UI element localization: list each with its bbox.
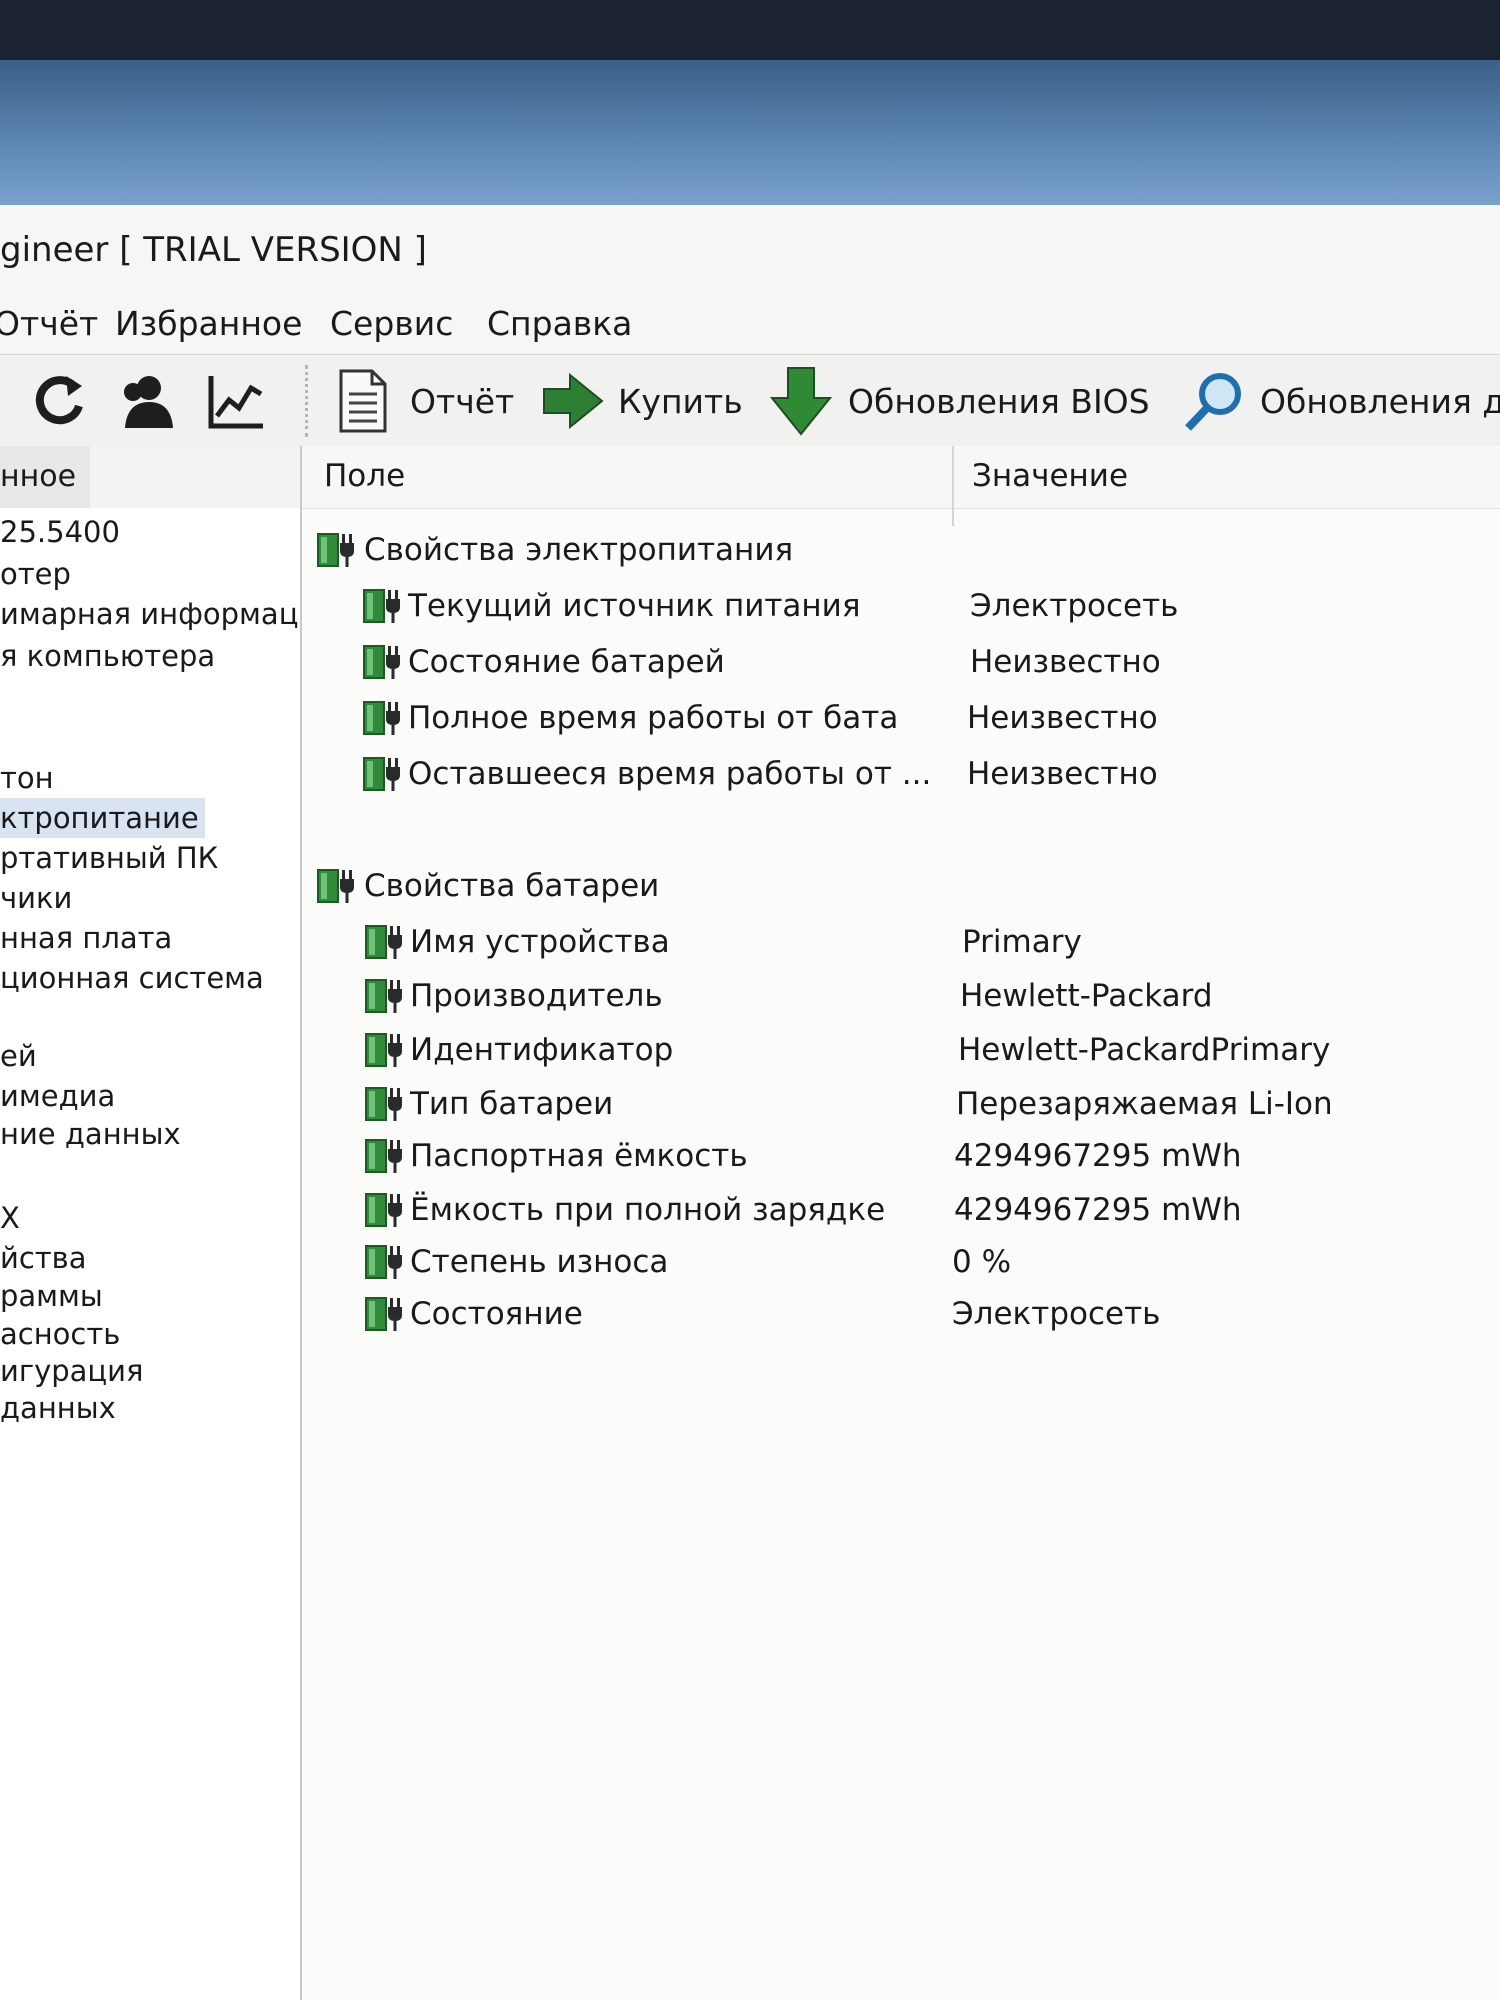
magnifier-icon: [1185, 373, 1241, 431]
bios-updates-label: Обновления BIOS: [848, 381, 1150, 421]
field-name: Состояние: [410, 1296, 583, 1332]
window-titlebar: [0, 60, 1500, 210]
menu-help[interactable]: Справка: [487, 304, 632, 343]
tree-item[interactable]: имедиа: [0, 1076, 115, 1116]
battery-plug-icon: [364, 978, 408, 1014]
field-value: Неизвестно: [967, 700, 1158, 736]
field-name: Полное время работы от бата: [408, 700, 899, 736]
buy-button[interactable]: Купить: [540, 367, 743, 435]
tree-item[interactable]: имарная информац: [0, 594, 298, 634]
field-value: Неизвестно: [967, 756, 1158, 792]
field-name: Текущий источник питания: [408, 588, 861, 624]
refresh-button[interactable]: [30, 367, 88, 435]
battery-plug-icon: [364, 1192, 408, 1228]
column-field-header[interactable]: Поле: [324, 458, 405, 494]
tree-item[interactable]: ей: [0, 1036, 37, 1076]
group-title: Свойства электропитания: [364, 532, 794, 568]
field-value: Электросеть: [952, 1296, 1161, 1332]
battery-plug-icon: [364, 1138, 408, 1174]
battery-plug-icon: [316, 532, 360, 568]
bios-updates-button[interactable]: Обновления BIOS: [770, 367, 1150, 436]
tree-item[interactable]: раммы: [0, 1276, 103, 1316]
tree-item[interactable]: ктропитание: [0, 798, 205, 838]
field-name: Идентификатор: [410, 1032, 674, 1068]
driver-updates-label: Обновления д: [1260, 381, 1500, 421]
field-name: Имя устройства: [410, 924, 670, 960]
group-title: Свойства батареи: [364, 868, 660, 904]
field-name: Паспортная ёмкость: [410, 1138, 748, 1174]
tree-item[interactable]: йства: [0, 1238, 87, 1278]
chart-icon: [208, 376, 263, 429]
field-value: Перезаряжаемая Li-Ion: [956, 1086, 1333, 1122]
battery-plug-icon: [316, 868, 360, 904]
battery-plug-icon: [362, 700, 406, 736]
field-name: Состояние батарей: [408, 644, 725, 680]
tree-item[interactable]: нная плата: [0, 918, 172, 958]
tree-item[interactable]: ционная система: [0, 958, 264, 998]
field-name: Тип батареи: [410, 1086, 614, 1122]
tree-header: нное: [0, 446, 90, 508]
field-name: Оставшееся время работы от ...: [408, 756, 932, 792]
column-value-header[interactable]: Значение: [972, 458, 1128, 494]
tree-item[interactable]: отер: [0, 554, 71, 594]
tree-item[interactable]: ртативный ПК: [0, 838, 218, 878]
field-value: 4294967295 mWh: [954, 1138, 1242, 1174]
tree-item[interactable]: тон: [0, 758, 54, 798]
battery-plug-icon: [364, 1244, 408, 1280]
tree-item[interactable]: я компьютера: [0, 636, 215, 676]
battery-plug-icon: [364, 924, 408, 960]
benchmark-button[interactable]: [205, 367, 267, 435]
field-value: Hewlett-Packard: [960, 978, 1213, 1014]
toolbar-separator: [305, 365, 308, 437]
screen-bezel: [0, 0, 1500, 60]
tree-item[interactable]: 25.5400: [0, 512, 120, 552]
battery-plug-icon: [362, 756, 406, 792]
field-value: Неизвестно: [970, 644, 1161, 680]
tree-item[interactable]: Х: [0, 1198, 20, 1238]
field-name: Производитель: [410, 978, 663, 1014]
field-value: Primary: [962, 924, 1082, 960]
battery-plug-icon: [362, 588, 406, 624]
field-value: Hewlett-PackardPrimary: [958, 1032, 1331, 1068]
toolbar: Отчёт Купить Обновления BIOS Обновления …: [0, 354, 1500, 448]
refresh-icon: [35, 376, 83, 425]
tree-item[interactable]: ние данных: [0, 1114, 181, 1154]
field-value: 4294967295 mWh: [954, 1192, 1242, 1228]
user-button[interactable]: [115, 367, 177, 435]
buy-arrow-icon: [543, 372, 604, 430]
report-label: Отчёт: [410, 381, 515, 421]
column-divider[interactable]: [952, 446, 954, 526]
download-arrow-icon: [770, 367, 832, 436]
field-name: Степень износа: [410, 1244, 669, 1280]
field-name: Ёмкость при полной зарядке: [410, 1192, 886, 1228]
menu-report[interactable]: Отчёт: [0, 304, 98, 343]
tree-item[interactable]: чики: [0, 878, 72, 918]
battery-plug-icon: [364, 1296, 408, 1332]
user-icon: [124, 376, 173, 428]
document-icon: [339, 369, 387, 433]
details-pane: Поле Значение Свойства электропитания Тек…: [302, 446, 1500, 2000]
battery-plug-icon: [364, 1086, 408, 1122]
menu-service[interactable]: Сервис: [330, 304, 453, 343]
buy-label: Купить: [618, 381, 743, 421]
field-value: 0 %: [952, 1244, 1012, 1280]
menu-bar: Отчёт Избранное Сервис Справка: [0, 300, 1500, 352]
field-value: Электросеть: [970, 588, 1179, 624]
column-header-row: Поле Значение: [302, 446, 1500, 526]
report-button[interactable]: Отчёт: [338, 367, 514, 435]
driver-updates-button[interactable]: Обновления д: [1180, 367, 1500, 435]
tree-item[interactable]: игурация: [0, 1351, 143, 1391]
window-title: gineer [ TRIAL VERSION ]: [0, 230, 427, 270]
menu-favorites[interactable]: Избранное: [115, 304, 302, 343]
battery-plug-icon: [362, 644, 406, 680]
tree-header-rest: [90, 446, 300, 508]
navigation-tree: нное 25.5400 отер имарная информац я компью…: [0, 446, 302, 2000]
tree-item[interactable]: асность: [0, 1314, 120, 1354]
battery-plug-icon: [364, 1032, 408, 1068]
tree-item[interactable]: данных: [0, 1388, 116, 1428]
